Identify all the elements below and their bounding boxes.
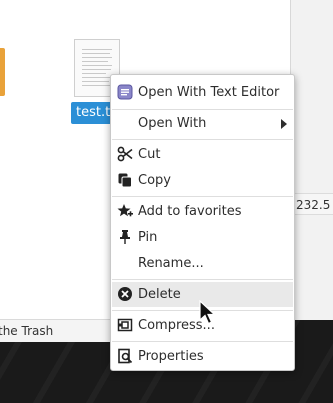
compress-icon [117, 318, 133, 332]
menu-separator [112, 139, 293, 140]
text-editor-icon [117, 84, 133, 100]
menu-item-open-with-text-editor[interactable]: Open With Text Editor [112, 80, 293, 105]
menu-item-rename[interactable]: Rename... [112, 251, 293, 276]
menu-item-copy[interactable]: Copy [112, 168, 293, 193]
coordinate-readout: 232.5 [292, 193, 333, 215]
copy-icon [118, 173, 132, 188]
properties-icon [118, 348, 133, 364]
menu-separator [112, 341, 293, 342]
menu-separator [112, 196, 293, 197]
menu-item-pin[interactable]: Pin [112, 225, 293, 250]
menu-item-label: Cut [138, 147, 161, 162]
menu-item-label: Copy [138, 173, 171, 188]
submenu-arrow-icon [281, 119, 287, 129]
menu-item-label: Properties [138, 349, 204, 364]
menu-item-cut[interactable]: Cut [112, 142, 293, 167]
menu-item-open-with[interactable]: Open With [112, 111, 293, 136]
menu-separator [112, 109, 293, 110]
context-menu: Open With Text Editor Open With Cut Copy [110, 74, 295, 371]
folder-icon[interactable] [0, 48, 5, 96]
menu-item-label: Delete [138, 287, 181, 302]
star-plus-icon [117, 204, 133, 217]
menu-item-label: Open With [138, 116, 207, 131]
menu-item-properties[interactable]: Properties [112, 344, 293, 369]
scissors-icon [117, 146, 133, 162]
menu-item-label: Open With Text Editor [138, 85, 280, 100]
menu-item-label: Add to favorites [138, 204, 242, 219]
menu-item-add-to-favorites[interactable]: Add to favorites [112, 199, 293, 224]
pin-icon [120, 230, 130, 244]
menu-separator [112, 279, 293, 280]
menu-item-label: Rename... [138, 256, 204, 271]
menu-item-label: Pin [138, 230, 158, 245]
delete-circle-icon [118, 287, 132, 301]
mouse-pointer-icon [199, 300, 217, 325]
side-panel [290, 0, 333, 320]
